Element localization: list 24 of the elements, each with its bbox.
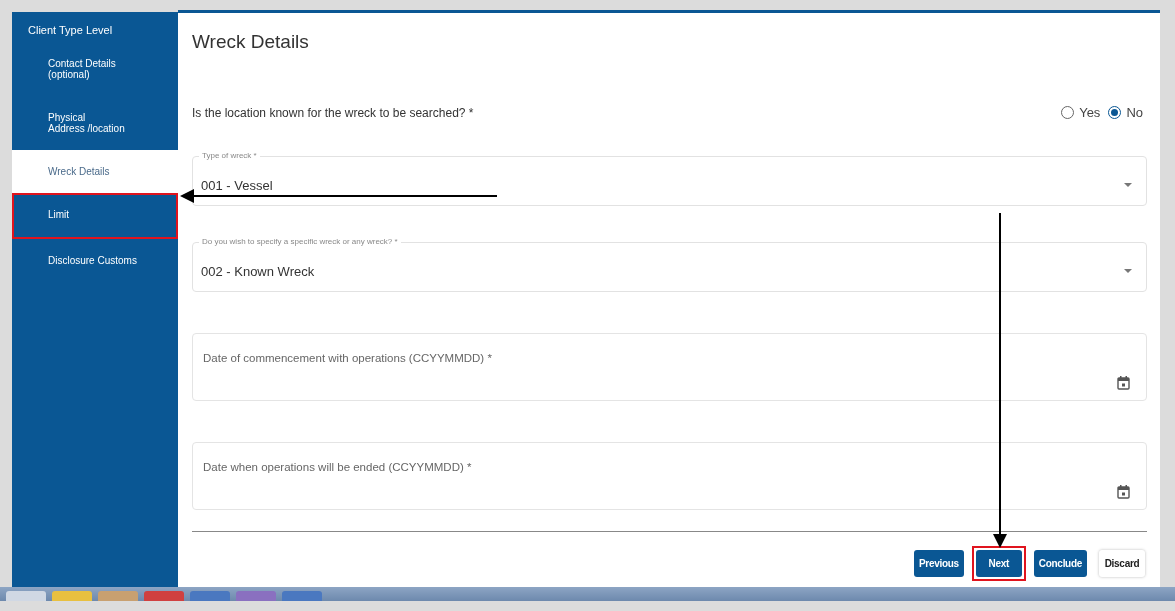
radio-option[interactable]: Yes: [1061, 105, 1101, 120]
action-button[interactable]: Conclude: [1033, 550, 1087, 577]
date-field[interactable]: Date of commencement with operations (CCYYMMDD) *: [192, 333, 1147, 401]
radio-option[interactable]: No: [1108, 105, 1143, 120]
question-text: Is the location known for the wreck to be searched? *: [192, 105, 474, 120]
date-field[interactable]: Date when operations will be ended (CCYYMMDD) *: [192, 442, 1147, 510]
field-label: Type of wreck *: [199, 151, 260, 160]
sidebar-heading: Client Type Level: [27, 24, 114, 38]
action-button[interactable]: Discard: [1099, 550, 1145, 577]
sidebar-item[interactable]: Disclosure Customs: [12, 239, 178, 282]
sidebar-item[interactable]: Physical Address /location: [12, 96, 178, 150]
sidebar-item[interactable]: Contact Details (optional): [12, 42, 178, 96]
sidebar-item[interactable]: Limit: [12, 193, 178, 239]
radio-label: Yes: [1079, 105, 1101, 120]
field-label: Do you wish to specify a specific wreck or any wreck? *: [199, 237, 401, 246]
sidebar-item[interactable]: Wreck Details: [12, 150, 178, 193]
action-button[interactable]: Previous: [914, 550, 964, 577]
field-label: Date of commencement with operations (CCYYMMDD) *: [203, 352, 492, 366]
radio-label: No: [1126, 105, 1143, 120]
page-title: Wreck Details: [192, 31, 310, 53]
field-value: 001 - Vessel: [201, 177, 273, 193]
field-label: Date when operations will be ended (CCYYMMDD) *: [203, 461, 472, 475]
action-button[interactable]: Next: [975, 550, 1022, 577]
field-value: 002 - Known Wreck: [201, 263, 315, 279]
